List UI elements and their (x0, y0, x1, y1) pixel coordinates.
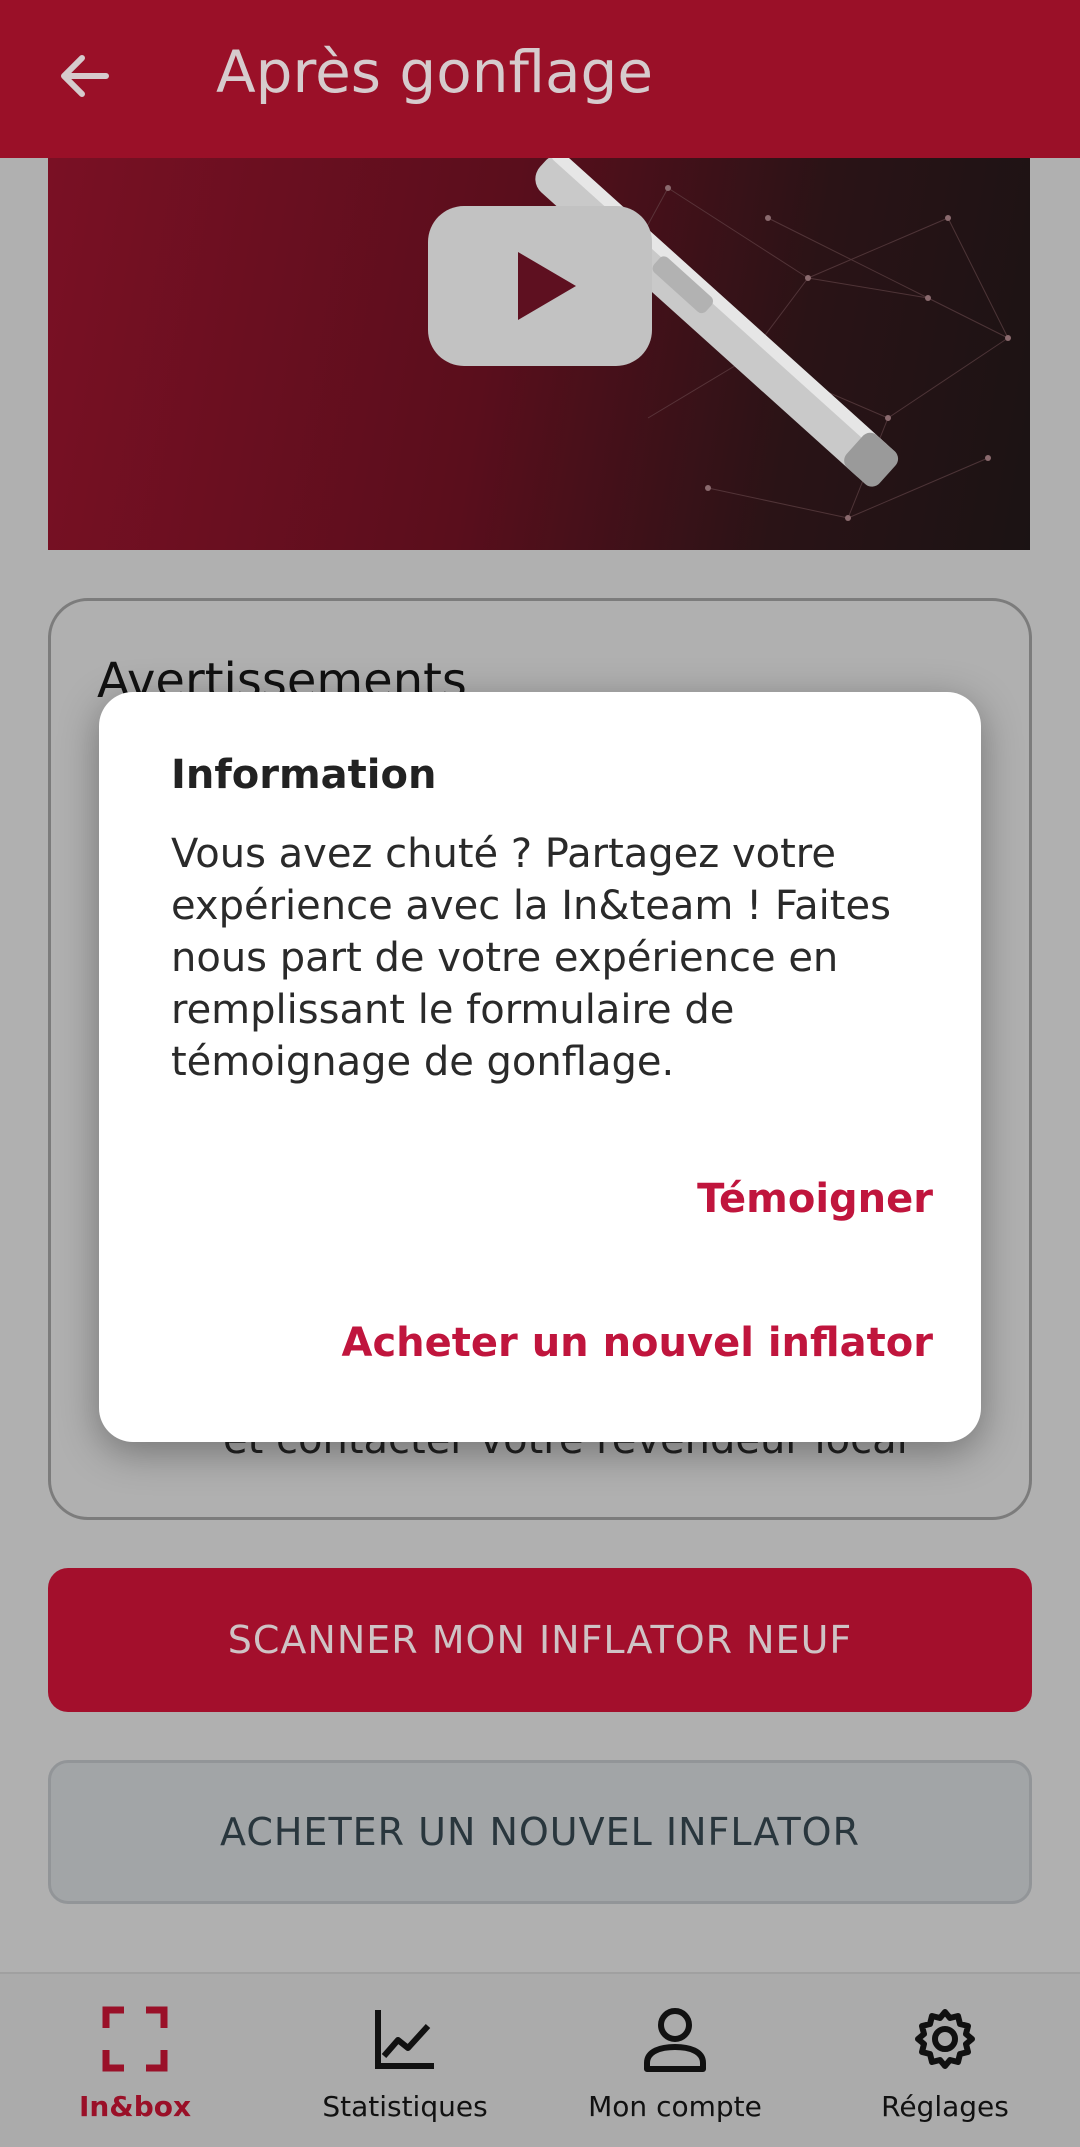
testify-button[interactable]: Témoigner (697, 1176, 933, 1222)
dialog-title: Information (171, 752, 437, 798)
information-dialog: Information Vous avez chuté ? Partagez v… (99, 692, 981, 1442)
dialog-message: Vous avez chuté ? Partagez votre expérie… (171, 831, 891, 1085)
buy-new-inflator-button[interactable]: Acheter un nouvel inflator (342, 1320, 933, 1366)
